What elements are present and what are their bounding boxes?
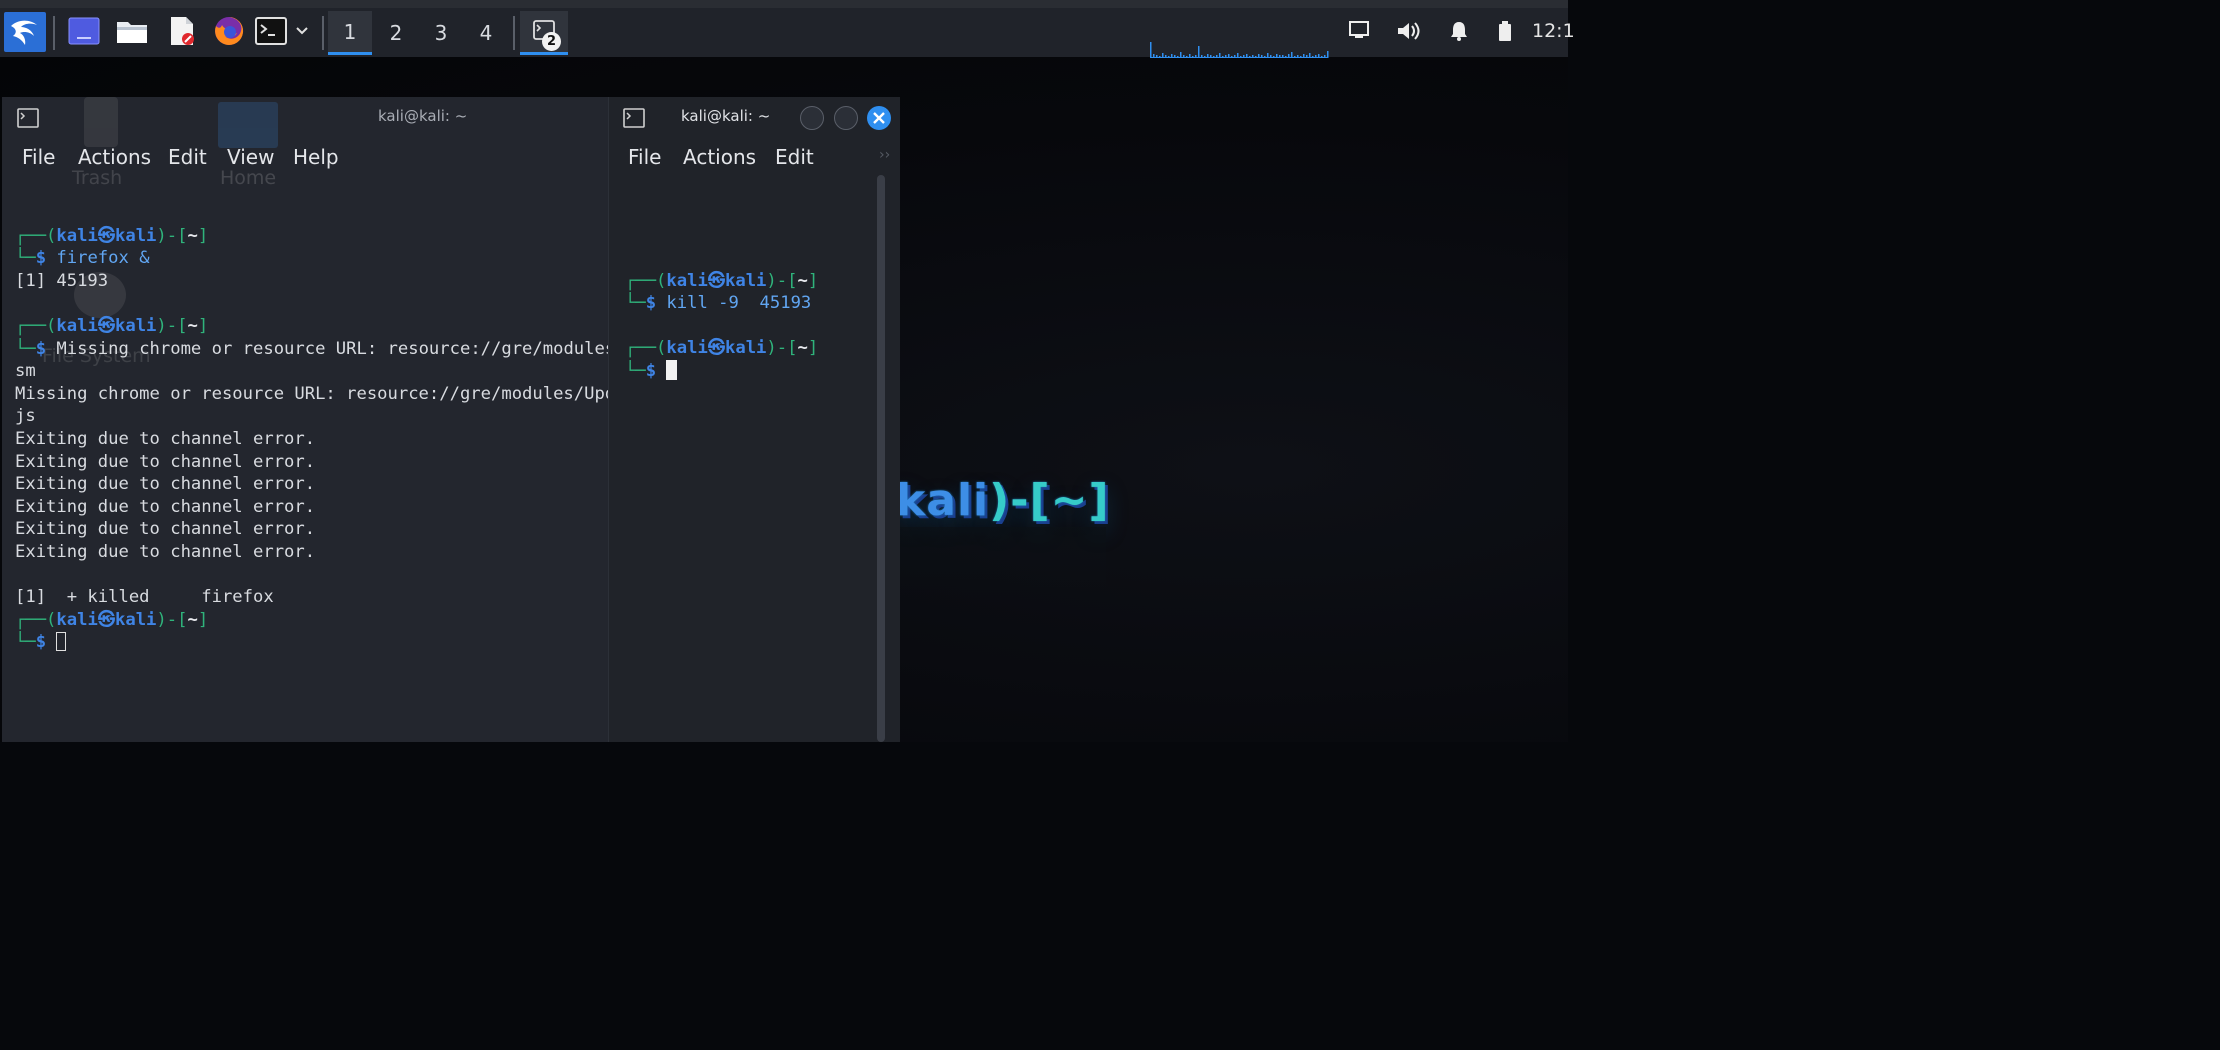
workspace-3[interactable]: 3 (419, 11, 463, 55)
window-count-badge: 2 (542, 32, 561, 51)
command-line: └─$ kill -9 45193 (625, 293, 812, 314)
folder-icon (117, 22, 147, 43)
chevron-down-icon (296, 27, 308, 35)
minimize-button[interactable] (800, 106, 824, 130)
kali-dragon-icon (11, 20, 37, 45)
bell-icon (1451, 22, 1467, 41)
workspace-1[interactable]: 1 (328, 11, 372, 55)
file-manager-launcher[interactable] (114, 11, 150, 51)
clock[interactable]: 12:1 (1532, 20, 1575, 42)
command-line: └─$ (625, 359, 818, 383)
menu-overflow-button[interactable]: ›› (879, 147, 890, 163)
window-title: kali@kali: ~ (378, 107, 468, 125)
prompt-line: ┌──(kali㉿kali)-[~] (625, 338, 819, 359)
cpu-graph-baseline (1150, 57, 1328, 58)
kali-menu-button[interactable] (4, 12, 46, 52)
cpu-graph-bar (1198, 46, 1200, 58)
firefox-launcher[interactable] (210, 11, 248, 51)
workspace-4[interactable]: 4 (464, 11, 508, 55)
terminal-window-right: kali@kali: ~ File Actions Edit ›› ┌──(ka… (608, 97, 900, 742)
terminal-launcher[interactable] (254, 11, 288, 51)
text-cursor (56, 632, 67, 652)
menu-file[interactable]: File (22, 145, 55, 169)
volume-tray-button[interactable] (1396, 20, 1422, 47)
cpu-graph-bar (1327, 51, 1329, 58)
panel-separator (53, 16, 55, 50)
speaker-icon (1398, 22, 1420, 40)
terminal-icon (255, 17, 287, 45)
network-icon (1349, 21, 1369, 38)
prompt-line: ┌──(kali㉿kali)-[~] (625, 270, 819, 291)
wallpaper-text: kali)-[~] (896, 475, 1110, 526)
terminal-output[interactable]: ┌──(kali㉿kali)-[~] └─$ kill -9 45193 ┌──(… (625, 247, 818, 428)
launcher-dropdown-button[interactable] (291, 11, 313, 51)
workspace-2[interactable]: 2 (374, 11, 418, 55)
text-editor-icon (171, 17, 194, 45)
menu-view[interactable]: View (227, 145, 274, 169)
terminal-icon (17, 108, 39, 128)
menubar: File Actions Edit ›› (609, 140, 900, 176)
menu-help[interactable]: Help (293, 145, 339, 169)
maximize-button[interactable] (834, 106, 858, 130)
menu-file[interactable]: File (628, 145, 661, 169)
menu-edit[interactable]: Edit (775, 145, 814, 169)
firefox-icon (215, 16, 244, 45)
top-panel: 1 2 3 4 2 12:1 (0, 0, 1575, 58)
scrollbar[interactable] (877, 175, 885, 742)
battery-tray-button[interactable] (1497, 20, 1513, 47)
wallpaper-reflection (896, 527, 1106, 597)
text-editor-launcher[interactable] (164, 11, 200, 51)
menu-actions[interactable]: Actions (683, 145, 756, 169)
menu-actions[interactable]: Actions (78, 145, 151, 169)
cpu-graph (1150, 42, 1329, 58)
cpu-graph-bar (1150, 42, 1152, 58)
panel-separator (322, 16, 324, 50)
network-tray-button[interactable] (1348, 20, 1370, 45)
notifications-tray-button[interactable] (1448, 20, 1470, 47)
panel-separator (513, 16, 515, 50)
window-title: kali@kali: ~ (681, 107, 771, 125)
close-button[interactable] (867, 106, 891, 130)
close-icon (873, 112, 885, 124)
menu-edit[interactable]: Edit (168, 145, 207, 169)
text-cursor (666, 359, 678, 380)
desktop-icon (68, 17, 100, 45)
show-desktop-button[interactable] (66, 11, 102, 51)
taskbar-terminal-group[interactable]: 2 (520, 11, 568, 55)
battery-icon (1499, 21, 1511, 41)
terminal-icon (623, 108, 645, 128)
